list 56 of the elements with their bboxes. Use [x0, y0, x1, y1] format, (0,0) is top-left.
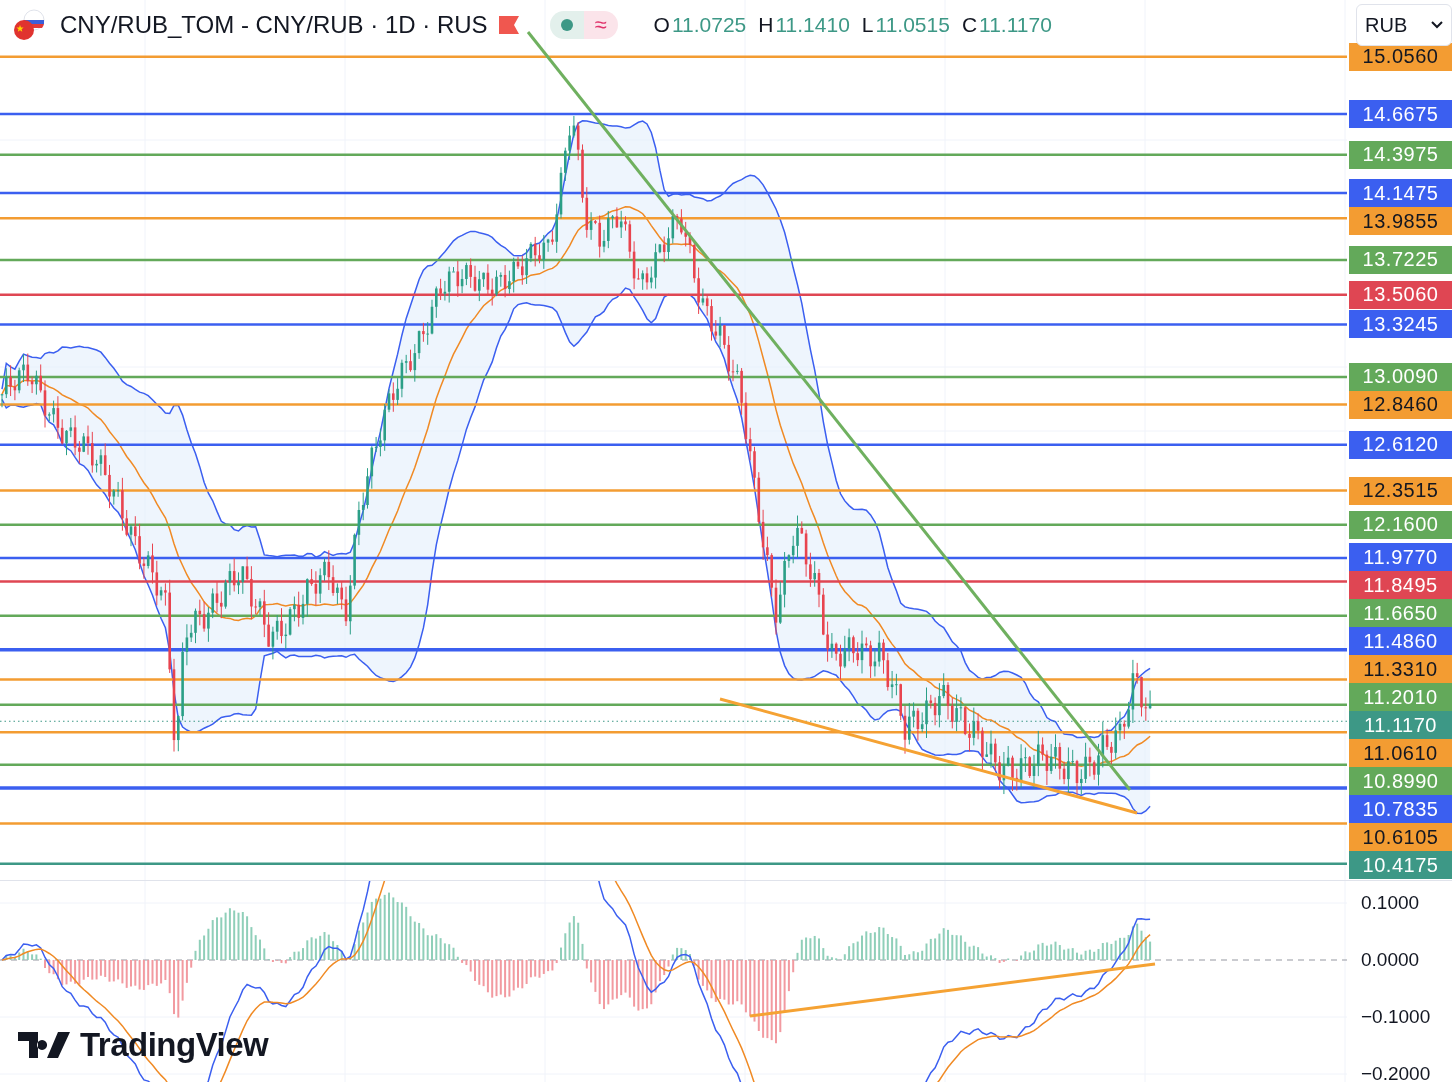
- axis-tick-label: 0.0000: [1361, 949, 1420, 971]
- price-label: 12.8460: [1349, 390, 1452, 419]
- ohlc-label: H: [758, 13, 774, 36]
- currency-dropdown[interactable]: RUB: [1356, 4, 1452, 46]
- ohlc-value: 11.1410: [775, 13, 850, 36]
- price-label: 13.3245: [1349, 310, 1452, 339]
- ohlc-label: L: [861, 13, 874, 36]
- price-label: 12.1600: [1349, 510, 1452, 539]
- price-label: 11.9770: [1349, 543, 1452, 571]
- level-line[interactable]: [0, 191, 1347, 195]
- price-label: 14.3975: [1349, 140, 1452, 169]
- price-label: 14.6675: [1349, 100, 1452, 128]
- status-dot-icon: [560, 19, 573, 31]
- price-label: 11.3310: [1349, 655, 1452, 683]
- trend-line[interactable]: [719, 697, 1138, 815]
- trend-line[interactable]: [749, 962, 1156, 1018]
- level-line[interactable]: [0, 614, 1347, 618]
- axis-tick-label: 0.1000: [1361, 892, 1420, 914]
- last-price-line[interactable]: [0, 720, 1347, 722]
- price-label: 13.9855: [1349, 207, 1452, 236]
- symbol-title: CNY/RUB_TOM - CNY/RUB · 1D · RUS: [60, 11, 488, 39]
- price-label: 13.5060: [1349, 280, 1452, 309]
- ohlc-label: C: [961, 13, 978, 36]
- price-label: 11.1170: [1349, 711, 1452, 739]
- level-line[interactable]: [0, 556, 1347, 560]
- price-label: 11.4860: [1349, 627, 1452, 655]
- price-label: 13.0090: [1349, 362, 1452, 391]
- price-label: 11.6650: [1349, 599, 1452, 627]
- price-label: 10.4175: [1349, 851, 1452, 879]
- caret-icon: [1431, 21, 1443, 29]
- ohlc-value: 11.1170: [979, 13, 1052, 36]
- axis-tick-label: −0.2000: [1361, 1063, 1431, 1082]
- level-line[interactable]: [0, 375, 1347, 379]
- status-symbol: ≈: [583, 11, 618, 39]
- level-line[interactable]: [0, 112, 1347, 116]
- ohlc-value: 11.0515: [875, 13, 950, 36]
- logo-icon: [18, 1032, 70, 1058]
- price-label: 11.2010: [1349, 683, 1452, 711]
- level-line[interactable]: [0, 258, 1347, 262]
- trend-line[interactable]: [526, 31, 1132, 791]
- price-label: 14.1475: [1349, 179, 1452, 208]
- price-label: 12.3515: [1349, 476, 1452, 505]
- level-line[interactable]: [0, 443, 1347, 447]
- price-label: 13.7225: [1349, 245, 1452, 274]
- price-label: 10.8990: [1349, 767, 1452, 795]
- country-flags-icon: [12, 8, 46, 42]
- price-label: 11.8495: [1349, 571, 1452, 599]
- price-label: 11.0610: [1349, 739, 1452, 767]
- level-line[interactable]: [0, 647, 1347, 652]
- price-label: 10.6105: [1349, 823, 1452, 851]
- price-label: 12.6120: [1349, 430, 1452, 459]
- ohlc-value: 11.0725: [671, 13, 747, 36]
- price-label: 10.7835: [1349, 795, 1452, 823]
- flag-icon[interactable]: [497, 15, 520, 35]
- ohlc-label: O: [653, 13, 670, 36]
- axis-tick-label: −0.1000: [1361, 1006, 1431, 1028]
